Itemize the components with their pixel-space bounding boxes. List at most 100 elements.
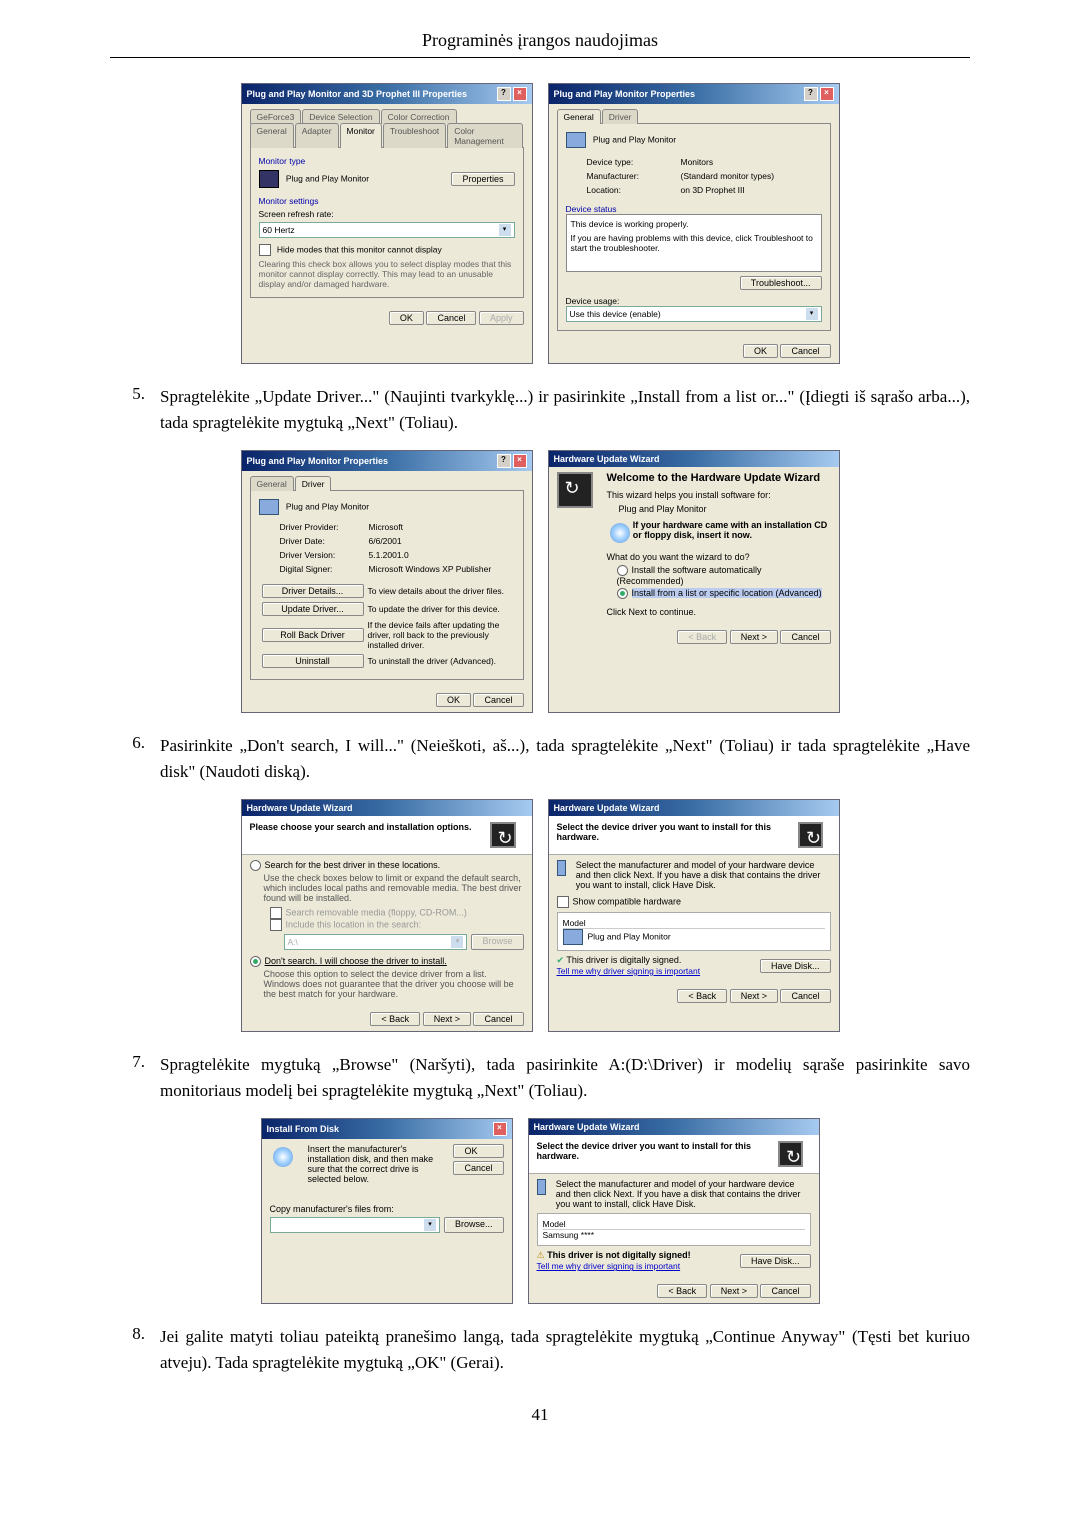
cancel-button[interactable]: Cancel <box>780 344 830 358</box>
tab-driver[interactable]: Driver <box>295 476 332 491</box>
cancel-button[interactable]: Cancel <box>473 1012 523 1026</box>
cancel-button[interactable]: Cancel <box>780 989 830 1003</box>
radio-auto[interactable] <box>617 565 628 576</box>
tab-adapter[interactable]: Adapter <box>295 123 339 148</box>
ok-button[interactable]: OK <box>436 693 471 707</box>
close-icon[interactable]: × <box>513 87 527 101</box>
tab-device-selection[interactable]: Device Selection <box>302 109 379 124</box>
next-button[interactable]: Next > <box>730 989 778 1003</box>
tab-geforce3[interactable]: GeForce3 <box>250 109 302 124</box>
step-number: 8. <box>110 1324 160 1375</box>
tab-driver[interactable]: Driver <box>602 109 639 124</box>
close-icon[interactable]: × <box>493 1122 507 1136</box>
manufacturer-label: Manufacturer: <box>586 170 678 182</box>
wizard-welcome: Welcome to the Hardware Update Wizard <box>607 472 831 484</box>
signing-link[interactable]: Tell me why driver signing is important <box>537 1261 681 1271</box>
tab-monitor[interactable]: Monitor <box>340 123 382 148</box>
browse-button[interactable]: Browse <box>471 934 523 950</box>
have-disk-button[interactable]: Have Disk... <box>740 1254 811 1268</box>
tab-general[interactable]: General <box>250 123 294 148</box>
wizard-continue: Click Next to continue. <box>607 607 831 617</box>
back-button[interactable]: < Back <box>370 1012 420 1026</box>
warning-icon: ⚠ <box>537 1250 545 1260</box>
tab-general[interactable]: General <box>557 109 601 124</box>
tab-color-correction[interactable]: Color Correction <box>381 109 457 124</box>
back-button[interactable]: < Back <box>657 1284 707 1298</box>
update-driver-button[interactable]: Update Driver... <box>262 602 364 616</box>
cancel-button[interactable]: Cancel <box>473 693 523 707</box>
close-icon[interactable]: × <box>513 454 527 468</box>
chevron-down-icon[interactable]: ▾ <box>806 308 818 320</box>
tab-color-management[interactable]: Color Management <box>447 123 522 148</box>
next-button[interactable]: Next > <box>423 1012 471 1026</box>
back-button[interactable]: < Back <box>677 989 727 1003</box>
chk-location-label: Include this location in the search: <box>286 920 422 930</box>
step-5: 5. Spragtelėkite „Update Driver..." (Nau… <box>110 384 970 435</box>
date-value: 6/6/2001 <box>368 535 493 547</box>
cancel-button[interactable]: Cancel <box>780 630 830 644</box>
browse-button[interactable]: Browse... <box>444 1217 504 1233</box>
back-button[interactable]: < Back <box>677 630 727 644</box>
model-header: Model <box>543 1219 805 1230</box>
radio-search[interactable] <box>250 860 261 871</box>
tab-general[interactable]: General <box>250 476 294 491</box>
device-usage-label: Device usage: <box>566 296 822 306</box>
monitor-icon <box>259 499 279 515</box>
rollback-button[interactable]: Roll Back Driver <box>262 628 364 642</box>
not-signed-text: This driver is not digitally signed! <box>547 1250 691 1260</box>
radio-dont-search[interactable] <box>250 956 261 967</box>
chk-location[interactable] <box>270 919 282 931</box>
help-icon[interactable]: ? <box>497 454 511 468</box>
cancel-button[interactable]: Cancel <box>426 311 476 325</box>
dialog-hardware-wizard-welcome: Hardware Update Wizard Welcome to the Ha… <box>548 450 840 713</box>
troubleshoot-button[interactable]: Troubleshoot... <box>740 276 822 290</box>
have-disk-button[interactable]: Have Disk... <box>760 959 831 973</box>
chk-removable[interactable] <box>270 907 282 919</box>
chevron-down-icon[interactable]: ▾ <box>499 224 511 236</box>
chevron-down-icon[interactable]: ▾ <box>424 1219 436 1231</box>
apply-button[interactable]: Apply <box>479 311 524 325</box>
hide-modes-label: Hide modes that this monitor cannot disp… <box>277 244 442 254</box>
model-item[interactable]: Plug and Play Monitor <box>563 929 825 945</box>
uninstall-button[interactable]: Uninstall <box>262 654 364 668</box>
refresh-rate-value: 60 Hertz <box>263 225 295 235</box>
tab-troubleshoot[interactable]: Troubleshoot <box>383 123 446 148</box>
manufacturer-value: (Standard monitor types) <box>680 170 776 182</box>
figure-row-4: Install From Disk × Insert the manufactu… <box>110 1118 970 1304</box>
monitor-icon <box>537 1179 546 1195</box>
model-item[interactable]: Samsung **** <box>543 1230 805 1240</box>
path-select[interactable]: ▾ <box>270 1217 440 1233</box>
next-button[interactable]: Next > <box>730 630 778 644</box>
cancel-button[interactable]: Cancel <box>453 1161 503 1175</box>
properties-button[interactable]: Properties <box>451 172 514 186</box>
radio-list[interactable] <box>617 588 628 599</box>
help-icon[interactable]: ? <box>497 87 511 101</box>
cancel-button[interactable]: Cancel <box>760 1284 810 1298</box>
step-6: 6. Pasirinkite „Don't search, I will..."… <box>110 733 970 784</box>
dialog-title: Hardware Update Wizard <box>554 454 660 464</box>
close-icon[interactable]: × <box>820 87 834 101</box>
ok-button[interactable]: OK <box>453 1144 503 1158</box>
ok-button[interactable]: OK <box>743 344 778 358</box>
chk-compatible[interactable] <box>557 896 569 908</box>
signing-link[interactable]: Tell me why driver signing is important <box>557 966 701 976</box>
model-list[interactable]: Model Samsung **** <box>537 1213 811 1246</box>
refresh-rate-label: Screen refresh rate: <box>259 209 515 219</box>
device-usage-select[interactable]: Use this device (enable) ▾ <box>566 306 822 322</box>
next-button[interactable]: Next > <box>710 1284 758 1298</box>
ok-button[interactable]: OK <box>389 311 424 325</box>
figure-row-1: Plug and Play Monitor and 3D Prophet III… <box>110 83 970 364</box>
dialog-hardware-wizard-search: Hardware Update Wizard Please choose you… <box>241 799 533 1032</box>
wizard-desc: Select the manufacturer and model of you… <box>576 860 831 890</box>
refresh-rate-select[interactable]: 60 Hertz ▾ <box>259 222 515 238</box>
path-select[interactable]: A:\▾ <box>284 934 468 950</box>
step-number: 7. <box>110 1052 160 1103</box>
wizard-heading: Please choose your search and installati… <box>250 822 472 848</box>
model-list[interactable]: Model Plug and Play Monitor <box>557 912 831 951</box>
driver-details-button[interactable]: Driver Details... <box>262 584 364 598</box>
help-icon[interactable]: ? <box>804 87 818 101</box>
hide-modes-checkbox[interactable] <box>259 244 271 256</box>
device-name: Plug and Play Monitor <box>593 134 676 144</box>
location-label: Location: <box>586 184 678 196</box>
dialog-monitor-properties-driver: Plug and Play Monitor Properties ? × Gen… <box>241 450 533 713</box>
